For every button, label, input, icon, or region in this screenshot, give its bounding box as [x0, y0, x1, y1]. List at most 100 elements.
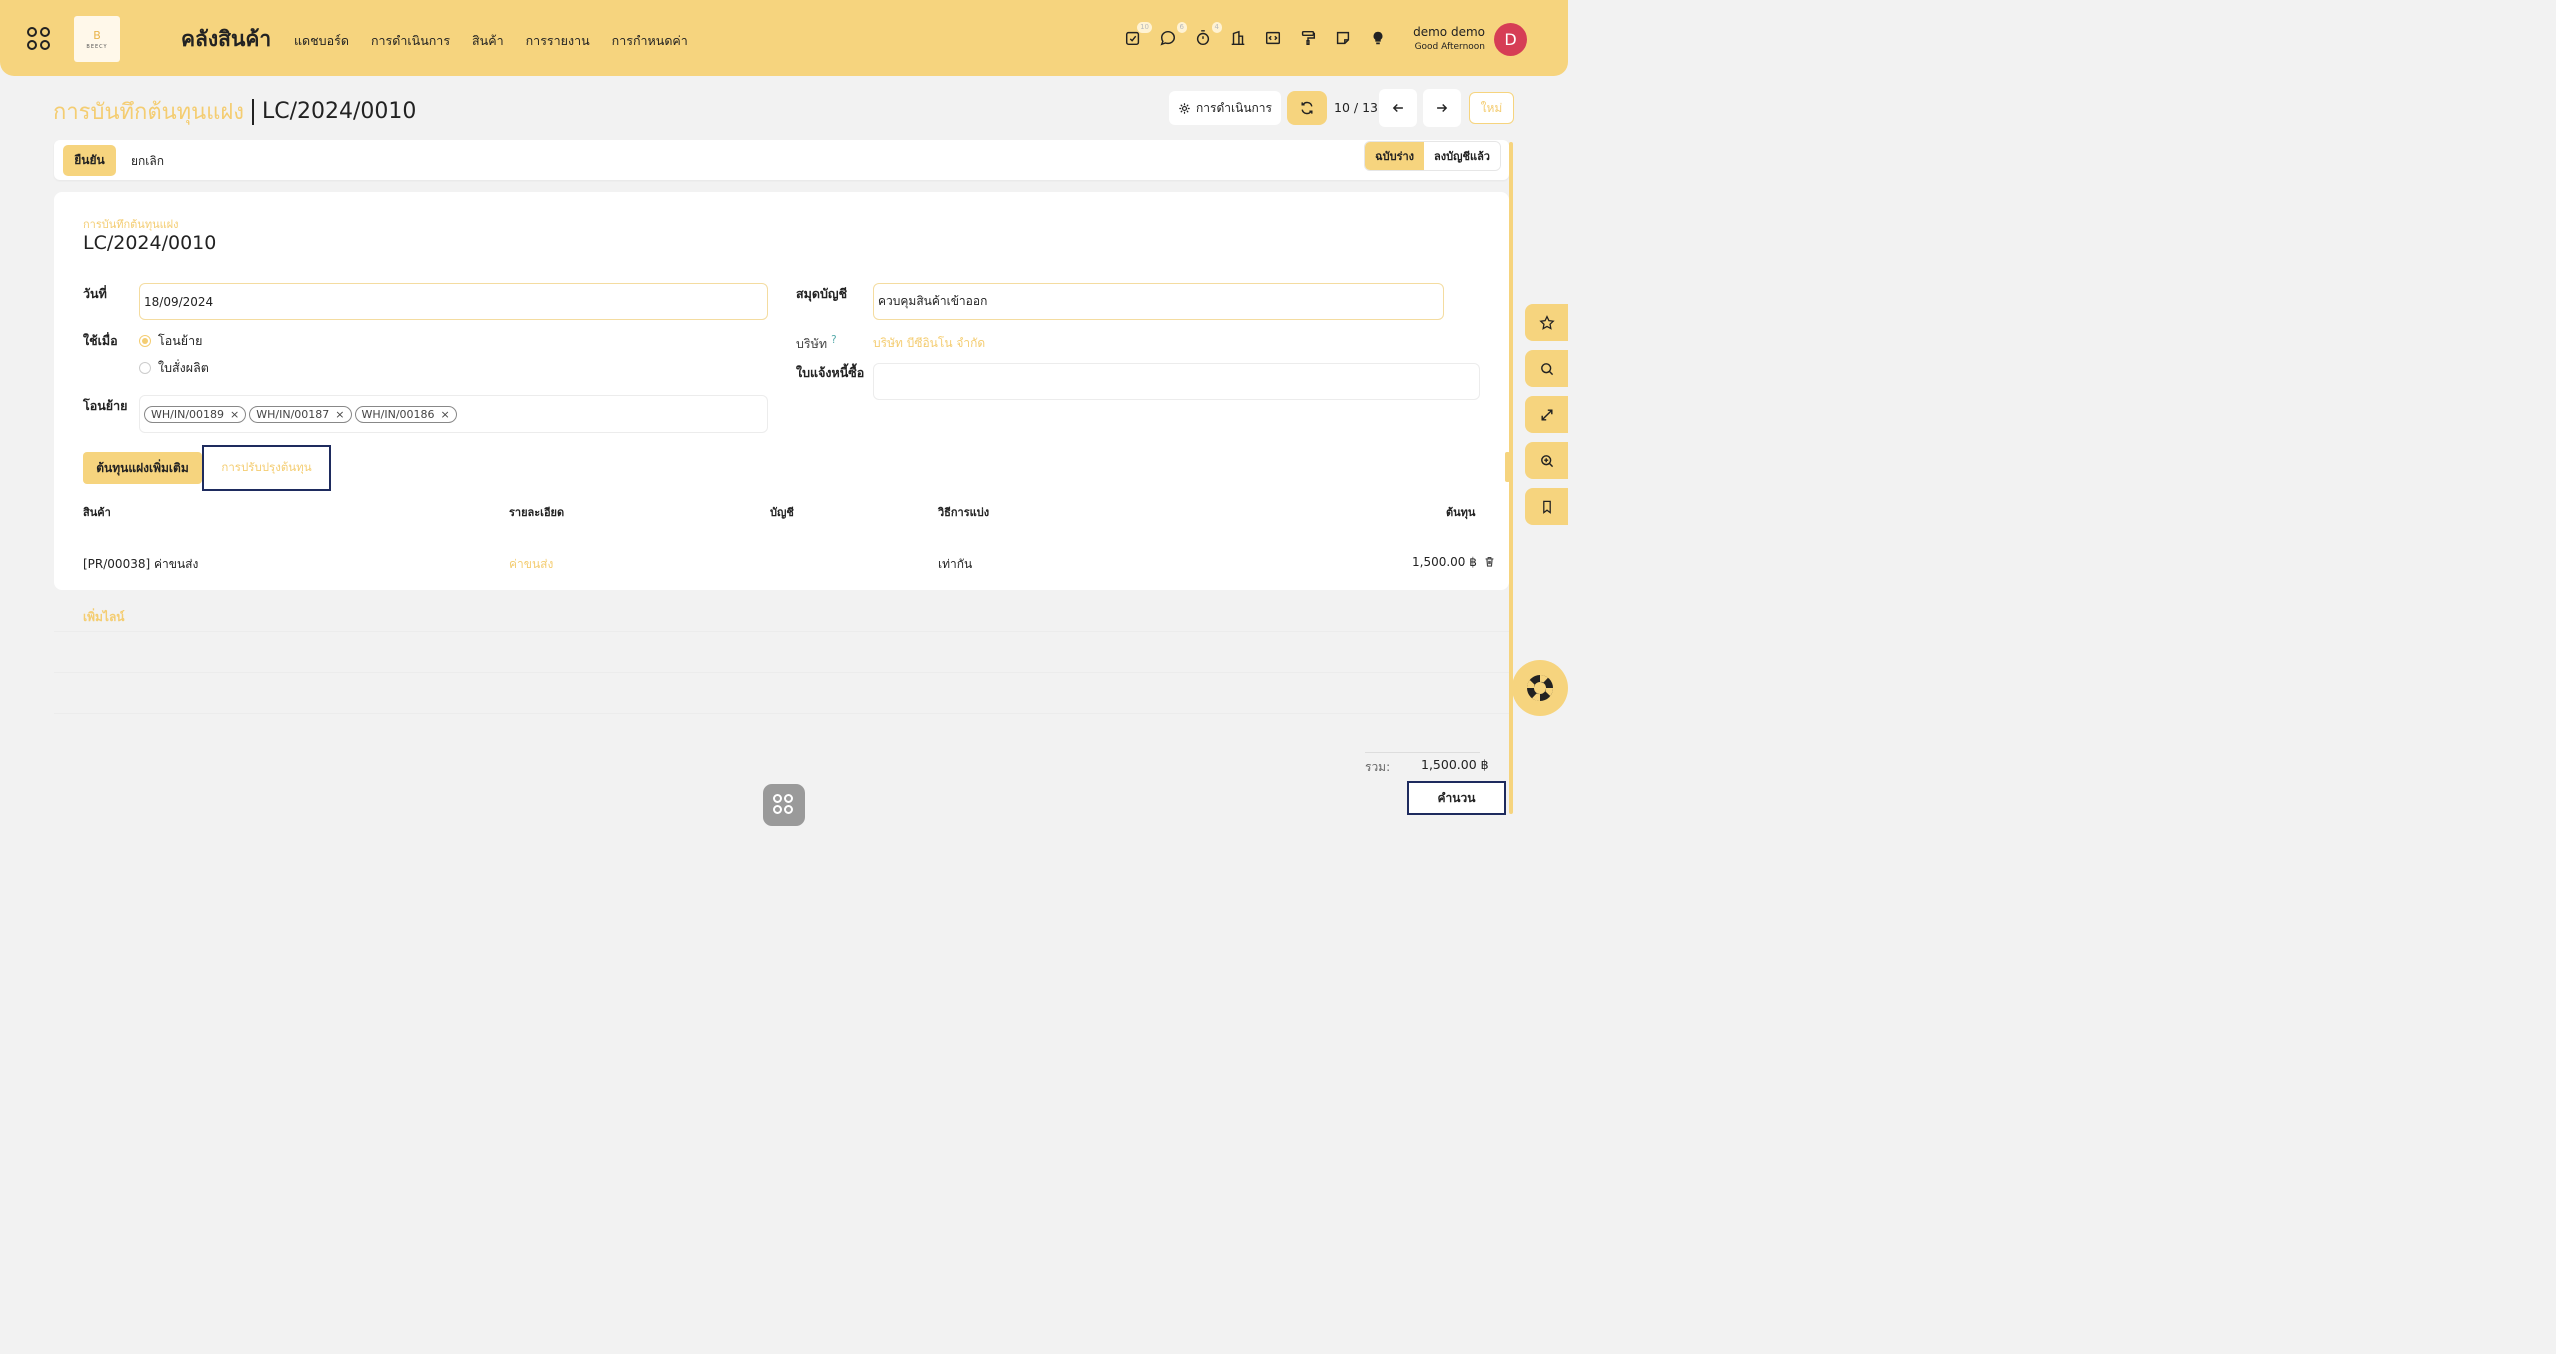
actions-label: การดำเนินการ — [1196, 100, 1272, 115]
record-type-label: การบันทึกต้นทุนแฝง — [83, 218, 179, 231]
top-bar: B BEECY คลังสินค้า แดชบอร์ด การดำเนินการ… — [0, 0, 1568, 76]
state-selector: ฉบับร่าง ลงบัญชีแล้ว — [1364, 141, 1501, 171]
favorite-tool[interactable] — [1525, 304, 1568, 341]
remove-tag-icon[interactable]: × — [230, 408, 239, 421]
company-label: บริษัท ? — [796, 334, 837, 354]
nav-operations[interactable]: การดำเนินการ — [371, 31, 450, 51]
trash-icon[interactable] — [1483, 555, 1496, 571]
activity-icon[interactable]: 10 — [1123, 22, 1152, 48]
app-title[interactable]: คลังสินค้า — [181, 23, 271, 56]
messages-icon[interactable]: 6 — [1158, 22, 1187, 48]
compute-button[interactable]: คำนวน — [1407, 781, 1506, 815]
user-name: demo demo — [1413, 25, 1485, 39]
bookmark-tool[interactable] — [1525, 488, 1568, 525]
add-line-link[interactable]: เพิ่มไลน์ — [83, 608, 125, 627]
apply-on-transfer-label: โอนย้าย — [158, 333, 203, 348]
col-account[interactable]: บัญชี — [770, 503, 794, 521]
building-icon[interactable] — [1228, 28, 1248, 48]
state-draft[interactable]: ฉบับร่าง — [1365, 142, 1425, 170]
lightbulb-icon[interactable] — [1368, 28, 1388, 48]
row-cost[interactable]: 1,500.00 ฿ — [1412, 555, 1477, 569]
date-field[interactable]: 18/09/2024 — [139, 283, 768, 320]
vendor-bill-field[interactable] — [873, 363, 1480, 400]
remove-tag-icon[interactable]: × — [441, 408, 450, 421]
arrow-left-icon — [1392, 104, 1403, 112]
tab-valuation-adjustments[interactable]: การปรับปรุงต้นทุน — [202, 445, 331, 491]
row-product[interactable]: [PR/00038] ค่าขนส่ง — [83, 555, 198, 574]
remove-tag-icon[interactable]: × — [335, 408, 344, 421]
transfers-label: โอนย้าย — [83, 398, 128, 413]
sticky-note-icon[interactable] — [1333, 28, 1353, 48]
breadcrumb-current: LC/2024/0010 — [262, 99, 417, 124]
nav-dashboard[interactable]: แดชบอร์ด — [294, 31, 349, 51]
search-tool[interactable] — [1525, 350, 1568, 387]
apply-on-manufacturing-label: ใบสั่งผลิต — [158, 360, 209, 375]
new-button[interactable]: ใหม่ — [1469, 92, 1514, 124]
help-lifebuoy-button[interactable] — [1512, 660, 1568, 716]
zoom-in-icon — [1540, 454, 1553, 467]
transfers-many2many-field[interactable]: WH/IN/00189 × WH/IN/00187 × WH/IN/00186 × — [139, 395, 768, 433]
company-label-text: บริษัท — [796, 336, 828, 352]
apply-on-manufacturing-radio[interactable]: ใบสั่งผลิต — [139, 358, 209, 378]
code-icon[interactable] — [1263, 28, 1283, 48]
user-greeting: Good Afternoon — [1414, 42, 1485, 52]
radio-unselected-indicator — [139, 362, 151, 374]
col-split-method[interactable]: วิธีการแบ่ง — [938, 503, 989, 521]
row-description[interactable]: ค่าขนส่ง — [509, 555, 553, 574]
tab-additional-costs[interactable]: ต้นทุนแฝงเพิ่มเติม — [83, 452, 202, 484]
transfer-tag: WH/IN/00189 × — [144, 405, 247, 423]
zoom-tool[interactable] — [1525, 442, 1568, 479]
avatar[interactable]: D — [1494, 23, 1527, 56]
apps-menu-icon[interactable] — [27, 27, 53, 53]
transfer-tag: WH/IN/00187 × — [249, 405, 352, 423]
date-label: วันที่ — [83, 286, 107, 301]
user-menu[interactable]: demo demo Good Afternoon — [1409, 25, 1485, 52]
lifebuoy-icon — [1527, 675, 1553, 701]
pager-value[interactable]: 10 / 13 — [1334, 100, 1378, 115]
col-description[interactable]: รายละเอียด — [509, 503, 564, 521]
row-divider — [54, 672, 1509, 673]
breadcrumb-parent[interactable]: การบันทึกต้นทุนแฝง — [53, 94, 244, 129]
actions-button[interactable]: การดำเนินการ — [1169, 91, 1281, 125]
systray: 10 6 4 — [1123, 22, 1388, 48]
refresh-button[interactable] — [1287, 91, 1327, 125]
expand-tool[interactable] — [1525, 396, 1568, 433]
expand-icon — [1540, 408, 1553, 421]
help-icon[interactable]: ? — [831, 334, 837, 346]
transfer-tag-label: WH/IN/00189 — [151, 407, 225, 421]
pager-next-button[interactable] — [1423, 89, 1461, 127]
total-value: 1,500.00 ฿ — [1421, 757, 1489, 772]
home-apps-button[interactable] — [763, 784, 805, 826]
confirm-button[interactable]: ยืนยัน — [63, 145, 116, 176]
apply-on-transfer-radio[interactable]: โอนย้าย — [139, 331, 202, 351]
transfer-tag-label: WH/IN/00186 — [361, 407, 435, 421]
vendor-bill-label: ใบแจ้งหนี้ซื้อ — [796, 365, 865, 380]
cancel-button[interactable]: ยกเลิก — [131, 152, 164, 171]
side-panel-handle[interactable] — [1505, 452, 1510, 482]
col-cost[interactable]: ต้นทุน — [1446, 503, 1475, 521]
nav-products[interactable]: สินค้า — [472, 31, 504, 51]
journal-field[interactable]: ควบคุมสินค้าเข้าออก — [873, 283, 1444, 320]
main-nav: แดชบอร์ด การดำเนินการ สินค้า การรายงาน ก… — [294, 31, 688, 51]
star-icon — [1538, 314, 1555, 330]
bookmark-icon — [1542, 500, 1551, 514]
arrow-right-icon — [1437, 104, 1448, 112]
breadcrumb: การบันทึกต้นทุนแฝง LC/2024/0010 — [53, 94, 416, 129]
transfer-tag: WH/IN/00186 × — [354, 405, 457, 423]
total-divider — [1365, 752, 1480, 753]
paint-roller-icon[interactable] — [1298, 28, 1318, 48]
row-split-method[interactable]: เท่ากัน — [938, 555, 972, 574]
state-posted[interactable]: ลงบัญชีแล้ว — [1424, 142, 1500, 170]
company-logo[interactable]: B BEECY — [74, 16, 120, 62]
timer-badge: 4 — [1211, 22, 1222, 33]
timer-icon[interactable]: 4 — [1193, 22, 1222, 48]
radio-selected-indicator — [139, 335, 151, 347]
col-product[interactable]: สินค้า — [83, 503, 111, 521]
pager-previous-button[interactable] — [1379, 89, 1417, 127]
nav-reporting[interactable]: การรายงาน — [526, 31, 590, 51]
activity-badge: 10 — [1137, 22, 1152, 33]
record-name: LC/2024/0010 — [83, 232, 217, 254]
breadcrumb-separator — [252, 98, 254, 125]
company-value[interactable]: บริษัท บีซีอินโน จำกัด — [873, 334, 985, 353]
nav-configuration[interactable]: การกำหนดค่า — [612, 31, 688, 51]
